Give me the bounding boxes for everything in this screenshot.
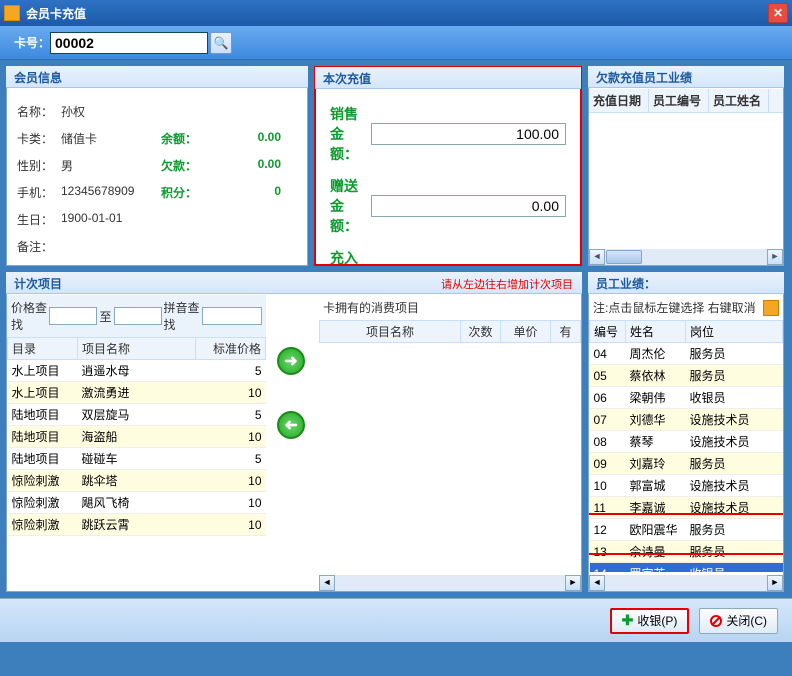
cashier-button[interactable]: ✚ 收银(P) xyxy=(610,608,690,634)
type-label: 卡类： xyxy=(17,130,61,147)
balance-value: 0.00 xyxy=(221,130,281,147)
owned-scrollbar[interactable]: ◄► xyxy=(319,575,581,591)
pinyin-search-label: 拼音查找 xyxy=(164,299,200,333)
recharge-panel: 本次充值 销售金额： 赠送金额： 充入金额： 增加有效期（天）： xyxy=(314,66,582,266)
hand-icon xyxy=(763,300,779,316)
table-row[interactable]: 惊险刺激飓风飞椅10 xyxy=(8,492,266,514)
points-label: 积分： xyxy=(161,184,221,201)
price-from-input[interactable] xyxy=(49,307,97,325)
titlebar: 会员卡充值 ✕ xyxy=(0,0,792,26)
balance-label: 余额： xyxy=(161,130,221,147)
table-row[interactable]: 08蔡琴设施技术员 xyxy=(590,431,783,453)
close-button[interactable]: 关闭(C) xyxy=(699,608,778,634)
remark-label: 备注： xyxy=(17,238,61,255)
table-row[interactable]: 12欧阳震华服务员 xyxy=(590,519,783,541)
points-value: 0 xyxy=(221,184,281,201)
gender-label: 性别： xyxy=(17,157,61,174)
window-title: 会员卡充值 xyxy=(26,5,86,22)
table-row[interactable]: 11李嘉诚设施技术员 xyxy=(590,497,783,519)
name-value: 孙权 xyxy=(61,103,161,120)
table-row[interactable]: 10郭富城设施技术员 xyxy=(590,475,783,497)
type-value: 储值卡 xyxy=(61,130,161,147)
project-table[interactable]: 目录 项目名称 标准价格 水上项目逍遥水母5水上项目激流勇进10陆地项目双层旋马… xyxy=(7,337,266,536)
stop-icon xyxy=(710,615,722,627)
table-row[interactable]: 07刘德华设施技术员 xyxy=(590,409,783,431)
table-row[interactable]: 05蔡依林服务员 xyxy=(590,365,783,387)
card-number-label: 卡号： xyxy=(14,34,50,51)
close-icon[interactable]: ✕ xyxy=(768,3,788,23)
employee-title: 员工业绩： xyxy=(588,272,784,294)
employee-panel: 员工业绩： 注:点击鼠标左键选择 右键取消 编号 姓名 岗位 04周杰伦服务员0… xyxy=(588,272,784,592)
table-row[interactable]: 惊险刺激跳跃云霄10 xyxy=(8,514,266,536)
recharge-title: 本次充值 xyxy=(315,67,581,89)
phone-label: 手机： xyxy=(17,184,61,201)
count-project-panel: 计次项目 请从左边往右增加计次项目 价格查找 至 拼音查找 目录 项目名称 标准… xyxy=(6,272,582,592)
add-right-button[interactable]: ➜ xyxy=(277,347,305,375)
bonus-amount-label: 赠送金额： xyxy=(330,176,371,236)
table-row[interactable]: 06梁朝伟收银员 xyxy=(590,387,783,409)
total-amount-label: 充入金额： xyxy=(330,248,371,264)
recharge-history-panel: 欠款充值员工业绩 充值日期 员工编号 员工姓名 ◄► xyxy=(588,66,784,266)
debt-value: 0.00 xyxy=(221,157,281,174)
employee-note: 注:点击鼠标左键选择 右键取消 xyxy=(593,299,756,316)
remove-left-button[interactable]: ➜ xyxy=(277,411,305,439)
gender-value: 男 xyxy=(61,157,161,174)
plus-icon: ✚ xyxy=(622,612,634,629)
owned-projects-label: 卡拥有的消费项目 xyxy=(319,295,581,320)
history-header: 充值日期 员工编号 员工姓名 xyxy=(589,89,783,113)
table-row[interactable]: 陆地项目碰碰车5 xyxy=(8,448,266,470)
history-scrollbar[interactable]: ◄► xyxy=(589,249,783,265)
employee-scrollbar[interactable]: ◄► xyxy=(589,575,783,591)
bonus-amount-input[interactable] xyxy=(371,195,566,217)
price-search-label: 价格查找 xyxy=(11,299,47,333)
price-to-input[interactable] xyxy=(114,307,162,325)
table-row[interactable]: 14罗家英收银员 xyxy=(590,563,783,573)
table-row[interactable]: 陆地项目海盗船10 xyxy=(8,426,266,448)
table-row[interactable]: 惊险刺激跳伞塔10 xyxy=(8,470,266,492)
search-bar: 卡号： 🔍 xyxy=(0,26,792,60)
table-row[interactable]: 水上项目激流勇进10 xyxy=(8,382,266,404)
member-info-panel: 会员信息 名称： 孙权 卡类： 储值卡 余额： 0.00 性别： 男 欠款： 0… xyxy=(6,66,308,266)
table-row[interactable]: 09刘嘉玲服务员 xyxy=(590,453,783,475)
debt-label: 欠款： xyxy=(161,157,221,174)
sale-amount-label: 销售金额： xyxy=(330,104,371,164)
birth-label: 生日： xyxy=(17,211,61,228)
phone-value: 12345678909 xyxy=(61,184,161,201)
name-label: 名称： xyxy=(17,103,61,120)
member-info-title: 会员信息 xyxy=(6,66,308,88)
search-button[interactable]: 🔍 xyxy=(210,32,232,54)
table-row[interactable]: 陆地项目双层旋马5 xyxy=(8,404,266,426)
table-row[interactable]: 水上项目逍遥水母5 xyxy=(8,360,266,382)
recharge-history-title: 欠款充值员工业绩 xyxy=(588,66,784,88)
pinyin-input[interactable] xyxy=(202,307,262,325)
table-row[interactable]: 04周杰伦服务员 xyxy=(590,343,783,365)
app-icon xyxy=(4,5,20,21)
card-number-input[interactable] xyxy=(50,32,208,54)
bottom-bar: ✚ 收银(P) 关闭(C) xyxy=(0,598,792,642)
sale-amount-input[interactable] xyxy=(371,123,566,145)
employee-table[interactable]: 编号 姓名 岗位 04周杰伦服务员05蔡依林服务员06梁朝伟收银员07刘德华设施… xyxy=(589,320,783,572)
count-project-note: 请从左边往右增加计次项目 xyxy=(441,276,573,292)
birth-value: 1900-01-01 xyxy=(61,211,161,228)
table-row[interactable]: 13佘诗曼服务员 xyxy=(590,541,783,563)
